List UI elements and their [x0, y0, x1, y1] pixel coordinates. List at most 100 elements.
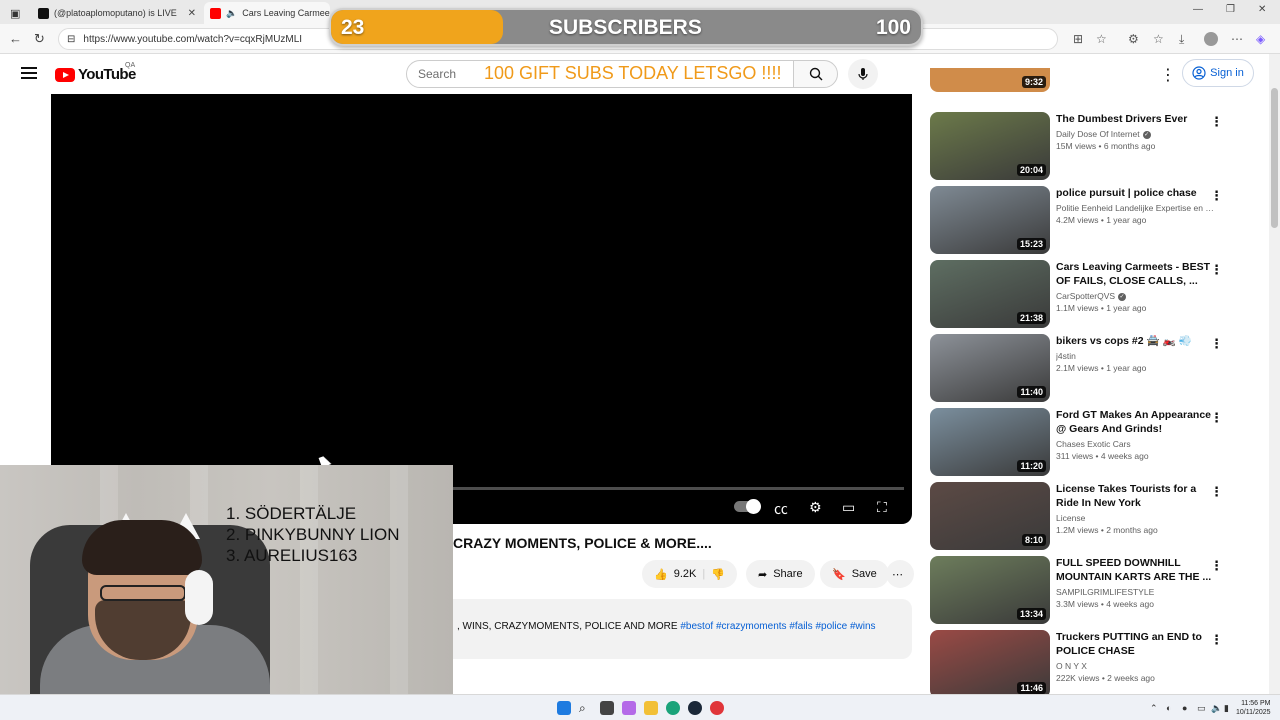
- tab-actions-button[interactable]: ▣: [4, 2, 28, 24]
- close-window-icon[interactable]: ✕: [1258, 4, 1266, 15]
- network-icon[interactable]: ▭: [1197, 703, 1206, 714]
- recommendation-title[interactable]: License Takes Tourists for a Ride In New…: [1056, 482, 1218, 510]
- thumbs-down-icon[interactable]: 👎: [711, 568, 725, 581]
- more-options-icon[interactable]: ⋮: [1210, 336, 1223, 352]
- tab-youtube-video[interactable]: 🔈 Cars Leaving Carmeet: [204, 2, 330, 24]
- save-button[interactable]: 🔖 Save: [820, 560, 889, 588]
- tray-chevron-icon[interactable]: ⌃: [1150, 703, 1158, 714]
- like-button[interactable]: 👍 9.2K | 👎: [642, 560, 737, 588]
- share-button[interactable]: ➦ Share: [746, 560, 815, 588]
- scrollbar-thumb[interactable]: [1271, 88, 1278, 228]
- video-thumbnail[interactable]: 13:34: [930, 556, 1050, 624]
- file-explorer-icon[interactable]: [644, 701, 658, 715]
- copilot-taskbar-icon[interactable]: [622, 701, 636, 715]
- url-text[interactable]: https://www.youtube.com/watch?v=cqxRjMUz…: [83, 34, 302, 45]
- app-available-icon[interactable]: ⊞: [1073, 32, 1083, 46]
- fullscreen-icon[interactable]: ⛶: [877, 499, 887, 516]
- voice-search-button[interactable]: [848, 59, 878, 89]
- video-thumbnail[interactable]: 9:32: [930, 68, 1050, 92]
- video-thumbnail[interactable]: 8:10: [930, 482, 1050, 550]
- recommendation-title[interactable]: Ford GT Makes An Appearance @ Gears And …: [1056, 408, 1218, 436]
- recommendation-title[interactable]: bikers vs cops #2 🚔 🏍️ 💨: [1056, 334, 1218, 348]
- audio-playing-icon[interactable]: 🔈: [226, 8, 237, 19]
- autoplay-toggle[interactable]: [734, 499, 761, 514]
- tab-tiktok-live[interactable]: (@platoaplomoputano) is LIVE ✕: [32, 2, 202, 24]
- recommendation-item[interactable]: 21:38 Cars Leaving Carmeets - BEST OF FAI…: [930, 260, 1230, 328]
- recommendation-item[interactable]: 11:20 Ford GT Makes An Appearance @ Gears…: [930, 408, 1230, 476]
- video-thumbnail[interactable]: 11:40: [930, 334, 1050, 402]
- channel-name[interactable]: Daily Dose Of Internet ✓: [1056, 129, 1218, 139]
- more-options-icon[interactable]: ⋮: [1210, 262, 1223, 278]
- recommendation-title[interactable]: Truckers PUTTING an END to POLICE CHASE: [1056, 630, 1218, 658]
- favorite-star-icon[interactable]: ☆: [1096, 32, 1107, 46]
- video-thumbnail[interactable]: 21:38: [930, 260, 1050, 328]
- video-player[interactable]: ㏄ ⚙ ▭ ⛶: [51, 94, 912, 524]
- theater-mode-icon[interactable]: ▭: [842, 499, 855, 516]
- video-progress-bar[interactable]: [453, 487, 904, 490]
- recommendation-title[interactable]: The Dumbest Drivers Ever: [1056, 112, 1218, 126]
- back-icon[interactable]: ←: [9, 31, 22, 46]
- restore-icon[interactable]: ❐: [1226, 4, 1235, 15]
- minimize-icon[interactable]: —: [1193, 4, 1203, 15]
- more-options-icon[interactable]: ⋮: [1210, 188, 1223, 204]
- video-thumbnail[interactable]: 15:23: [930, 186, 1050, 254]
- more-actions-button[interactable]: ⋯: [886, 560, 914, 588]
- battery-icon[interactable]: ▮: [1224, 703, 1229, 714]
- channel-name[interactable]: O N Y X: [1056, 661, 1218, 671]
- recommendation-title[interactable]: police pursuit | police chase: [1056, 186, 1218, 200]
- hashtag-link[interactable]: #bestof: [680, 621, 713, 632]
- hashtag-link[interactable]: #fails: [789, 621, 812, 632]
- video-thumbnail[interactable]: 11:46: [930, 630, 1050, 698]
- start-menu-icon[interactable]: [557, 701, 571, 715]
- edge-browser-icon[interactable]: [666, 701, 680, 715]
- youtube-logo[interactable]: YouTube: [55, 66, 136, 83]
- more-options-icon[interactable]: ⋮: [1210, 484, 1223, 500]
- channel-name[interactable]: SAMPILGRIMLIFESTYLE: [1056, 587, 1218, 597]
- page-scrollbar[interactable]: [1269, 54, 1280, 694]
- obs-icon[interactable]: [710, 701, 724, 715]
- more-options-icon[interactable]: ⋮: [1210, 114, 1223, 130]
- recommendation-partial[interactable]: 9:32: [930, 68, 1230, 92]
- close-tab-icon[interactable]: ✕: [188, 8, 196, 19]
- more-options-icon[interactable]: ⋮: [1210, 558, 1223, 574]
- channel-name[interactable]: License: [1056, 513, 1218, 523]
- more-menu-icon[interactable]: ⋯: [1231, 32, 1243, 46]
- downloads-icon[interactable]: ⤓: [1179, 32, 1184, 47]
- volume-icon[interactable]: 🔈: [1211, 703, 1222, 714]
- recommendation-item[interactable]: 8:10 License Takes Tourists for a Ride In…: [930, 482, 1230, 550]
- settings-gear-icon[interactable]: ⚙: [809, 499, 822, 516]
- taskbar-clock[interactable]: 11:56 PM 10/11/2025: [1236, 699, 1271, 717]
- video-description[interactable]: , WINS, CRAZYMOMENTS, POLICE AND MORE #b…: [453, 599, 912, 659]
- menu-icon[interactable]: [21, 67, 37, 79]
- recommendation-item[interactable]: 13:34 FULL SPEED DOWNHILL MOUNTAIN KARTS …: [930, 556, 1230, 624]
- site-info-icon[interactable]: ⊟: [67, 34, 75, 45]
- recommendation-title[interactable]: FULL SPEED DOWNHILL MOUNTAIN KARTS ARE T…: [1056, 556, 1218, 584]
- recommendation-item[interactable]: 11:46 Truckers PUTTING an END to POLICE C…: [930, 630, 1230, 698]
- refresh-icon[interactable]: ↻: [34, 31, 45, 47]
- channel-name[interactable]: Chases Exotic Cars: [1056, 439, 1218, 449]
- hashtag-link[interactable]: #police: [815, 621, 847, 632]
- taskbar-search-icon[interactable]: ⌕: [579, 701, 593, 715]
- captions-icon[interactable]: ㏄: [774, 499, 788, 519]
- tray-app-icon[interactable]: ◐: [1166, 703, 1171, 713]
- recommendation-title[interactable]: Cars Leaving Carmeets - BEST OF FAILS, C…: [1056, 260, 1218, 288]
- more-options-icon[interactable]: ⋮: [1210, 632, 1223, 648]
- steam-icon[interactable]: [688, 701, 702, 715]
- tray-app-icon[interactable]: ●: [1182, 703, 1187, 713]
- video-thumbnail[interactable]: 20:04: [930, 112, 1050, 180]
- channel-name[interactable]: Politie Eenheid Landelijke Expertise en …: [1056, 203, 1218, 213]
- more-options-icon[interactable]: ⋮: [1210, 410, 1223, 426]
- recommendation-item[interactable]: 11:40 bikers vs cops #2 🚔 🏍️ 💨 j4stin 2.1M …: [930, 334, 1230, 402]
- profile-avatar-icon[interactable]: [1204, 32, 1218, 46]
- channel-name[interactable]: CarSpotterQVS ✓: [1056, 291, 1218, 301]
- hashtag-link[interactable]: #crazymoments: [716, 621, 787, 632]
- copilot-icon[interactable]: ◈: [1256, 32, 1265, 46]
- video-thumbnail[interactable]: 11:20: [930, 408, 1050, 476]
- channel-name[interactable]: j4stin: [1056, 351, 1218, 361]
- extensions-icon[interactable]: ⚙: [1128, 32, 1139, 46]
- hashtag-link[interactable]: #wins: [850, 621, 876, 632]
- search-button[interactable]: [793, 60, 838, 88]
- recommendation-item[interactable]: 20:04 The Dumbest Drivers Ever Daily Dose …: [930, 112, 1230, 180]
- recommendation-item[interactable]: 15:23 police pursuit | police chase Politi…: [930, 186, 1230, 254]
- favorites-icon[interactable]: ☆: [1153, 32, 1164, 46]
